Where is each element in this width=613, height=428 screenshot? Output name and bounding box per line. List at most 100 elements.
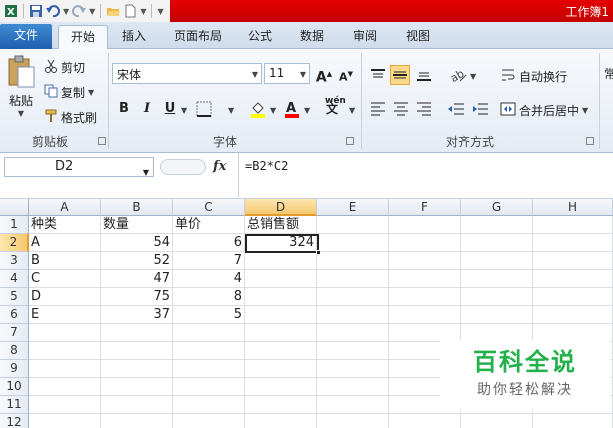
cell-d3[interactable]	[245, 252, 317, 270]
cell-d4[interactable]	[245, 270, 317, 288]
redo-dropdown-icon[interactable]: ▼	[89, 7, 95, 16]
cell-b8[interactable]	[101, 342, 173, 360]
column-header-e[interactable]: E	[317, 199, 389, 216]
cell-b4[interactable]: 47	[101, 270, 173, 288]
cell-d6[interactable]	[245, 306, 317, 324]
cell-c9[interactable]	[173, 360, 245, 378]
shrink-font-button[interactable]: A▼	[336, 64, 356, 84]
cell-g5[interactable]	[461, 288, 533, 306]
cell-g6[interactable]	[461, 306, 533, 324]
cell-a4[interactable]: C	[29, 270, 101, 288]
row-header-12[interactable]: 12	[0, 414, 29, 428]
cell-b10[interactable]	[101, 378, 173, 396]
cell-f4[interactable]	[389, 270, 461, 288]
cell-a3[interactable]: B	[29, 252, 101, 270]
column-header-b[interactable]: B	[101, 199, 173, 216]
cell-f3[interactable]	[389, 252, 461, 270]
cell-g2[interactable]	[461, 234, 533, 252]
new-dropdown-icon[interactable]: ▼	[140, 7, 146, 16]
tab-file[interactable]: 文件	[0, 24, 52, 49]
cell-h12[interactable]	[533, 414, 613, 428]
cell-h6[interactable]	[533, 306, 613, 324]
fill-handle[interactable]	[316, 250, 321, 255]
cell-h1[interactable]	[533, 216, 613, 234]
align-left-button[interactable]	[368, 99, 388, 119]
cell-a9[interactable]	[29, 360, 101, 378]
cell-h5[interactable]	[533, 288, 613, 306]
cell-b3[interactable]: 52	[101, 252, 173, 270]
cell-b2[interactable]: 54	[101, 234, 173, 252]
phonetic-dropdown-icon[interactable]: ▼	[349, 106, 355, 115]
tab-review[interactable]: 审阅	[345, 25, 385, 49]
underline-dropdown-icon[interactable]: ▼	[181, 106, 187, 115]
cell-c7[interactable]	[173, 324, 245, 342]
grow-font-button[interactable]: A▲	[314, 64, 334, 86]
align-center-button[interactable]	[391, 99, 411, 119]
cell-c11[interactable]	[173, 396, 245, 414]
align-right-button[interactable]	[414, 99, 434, 119]
row-header-7[interactable]: 7	[0, 324, 29, 342]
row-header-10[interactable]: 10	[0, 378, 29, 396]
cell-a6[interactable]: E	[29, 306, 101, 324]
tab-home[interactable]: 开始	[58, 25, 108, 50]
italic-button[interactable]: I	[137, 99, 157, 119]
cell-e5[interactable]	[317, 288, 389, 306]
row-header-2[interactable]: 2	[0, 234, 29, 252]
cell-h2[interactable]	[533, 234, 613, 252]
cell-e3[interactable]	[317, 252, 389, 270]
align-bottom-button[interactable]	[414, 65, 434, 85]
tab-view[interactable]: 视图	[398, 25, 438, 49]
row-header-11[interactable]: 11	[0, 396, 29, 414]
cell-g3[interactable]	[461, 252, 533, 270]
cell-a1[interactable]: 种类	[29, 216, 101, 234]
insert-function-icon[interactable]: fx	[213, 159, 226, 174]
cell-d7[interactable]	[245, 324, 317, 342]
cell-g12[interactable]	[461, 414, 533, 428]
merge-dropdown-icon[interactable]: ▼	[582, 106, 588, 115]
cell-e9[interactable]	[317, 360, 389, 378]
tab-insert[interactable]: 插入	[112, 25, 156, 49]
cell-d9[interactable]	[245, 360, 317, 378]
row-header-3[interactable]: 3	[0, 252, 29, 270]
name-box[interactable]: D2 ▼	[4, 157, 154, 177]
clipboard-launcher-icon[interactable]	[98, 137, 106, 145]
cell-f6[interactable]	[389, 306, 461, 324]
cell-a5[interactable]: D	[29, 288, 101, 306]
cell-a10[interactable]	[29, 378, 101, 396]
cell-a12[interactable]	[29, 414, 101, 428]
new-document-icon[interactable]	[123, 4, 137, 18]
cell-e4[interactable]	[317, 270, 389, 288]
cell-b12[interactable]	[101, 414, 173, 428]
cell-d8[interactable]	[245, 342, 317, 360]
cell-a2[interactable]: A	[29, 234, 101, 252]
wrap-text-button[interactable]: 自动换行	[500, 67, 567, 86]
row-header-5[interactable]: 5	[0, 288, 29, 306]
undo-dropdown-icon[interactable]: ▼	[63, 7, 69, 16]
cell-b7[interactable]	[101, 324, 173, 342]
decrease-indent-button[interactable]	[446, 99, 466, 119]
column-header-f[interactable]: F	[389, 199, 461, 216]
cell-d5[interactable]	[245, 288, 317, 306]
align-top-button[interactable]	[368, 65, 388, 85]
cell-d12[interactable]	[245, 414, 317, 428]
column-header-g[interactable]: G	[461, 199, 533, 216]
column-header-d[interactable]: D	[245, 199, 317, 216]
cell-e2[interactable]	[317, 234, 389, 252]
cell-e10[interactable]	[317, 378, 389, 396]
font-color-button[interactable]: A	[282, 99, 302, 119]
cell-c5[interactable]: 8	[173, 288, 245, 306]
paste-button[interactable]: 粘贴 ▼	[4, 55, 38, 119]
row-header-1[interactable]: 1	[0, 216, 29, 234]
fill-color-dropdown-icon[interactable]: ▼	[270, 106, 276, 115]
cell-d10[interactable]	[245, 378, 317, 396]
cell-g4[interactable]	[461, 270, 533, 288]
font-color-dropdown-icon[interactable]: ▼	[304, 106, 310, 115]
underline-button[interactable]: U	[160, 99, 180, 119]
cell-b5[interactable]: 75	[101, 288, 173, 306]
column-header-a[interactable]: A	[29, 199, 101, 216]
undo-icon[interactable]	[46, 4, 60, 18]
cell-f5[interactable]	[389, 288, 461, 306]
borders-button[interactable]	[194, 99, 214, 119]
open-folder-icon[interactable]	[106, 4, 121, 18]
row-header-4[interactable]: 4	[0, 270, 29, 288]
